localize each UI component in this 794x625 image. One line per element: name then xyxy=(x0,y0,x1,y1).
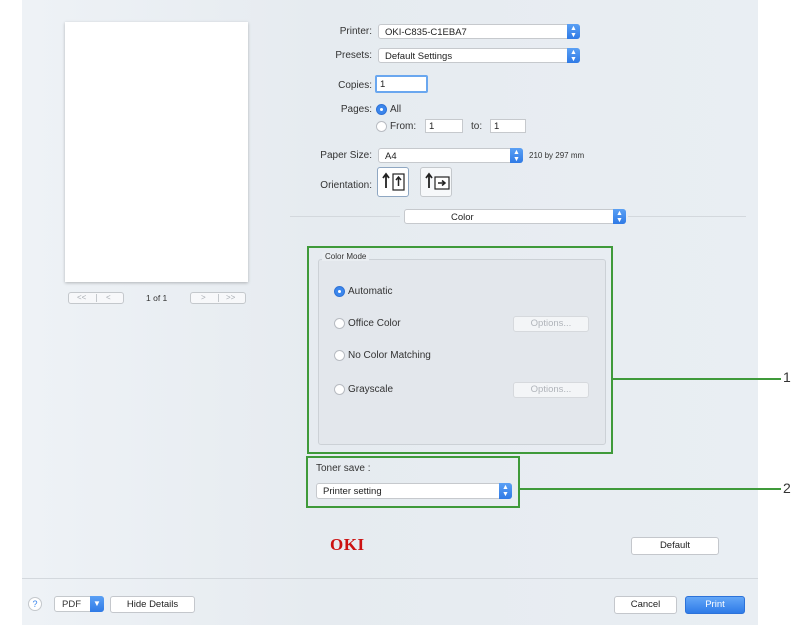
callout-2: 2 xyxy=(783,480,791,496)
presets-value: Default Settings xyxy=(385,51,453,62)
landscape-orientation-button[interactable] xyxy=(420,167,452,197)
default-button-label: Default xyxy=(659,540,691,551)
callout-1: 1 xyxy=(783,369,791,385)
printer-select[interactable]: OKI-C835-C1EBA7 ▲ ▼ xyxy=(378,24,580,39)
hide-details-button[interactable]: Hide Details xyxy=(110,596,195,613)
section-divider-right xyxy=(628,216,746,217)
print-label: Print xyxy=(705,599,725,610)
pages-to-value: 1 xyxy=(494,121,500,132)
chevron-updown-icon: ▲ ▼ xyxy=(510,148,523,163)
orientation-label: Orientation: xyxy=(320,180,372,191)
paper-size-value: A4 xyxy=(385,151,397,162)
pages-from-value: 1 xyxy=(429,121,435,132)
default-button[interactable]: Default xyxy=(631,537,719,555)
preview-nav-forward-group: > >> xyxy=(190,292,246,304)
pdf-menu-button[interactable]: PDF ▼ xyxy=(54,596,104,612)
pages-label: Pages: xyxy=(340,104,372,115)
print-button[interactable]: Print xyxy=(685,596,745,614)
section-divider-left xyxy=(290,216,400,217)
pages-all-label: All xyxy=(390,104,402,115)
help-icon: ? xyxy=(32,599,38,609)
copies-input[interactable]: 1 xyxy=(375,75,428,93)
printer-label: Printer: xyxy=(339,26,372,37)
portrait-icon xyxy=(382,172,405,191)
presets-select[interactable]: Default Settings ▲ ▼ xyxy=(378,48,580,63)
section-select[interactable]: Color ▲ ▼ xyxy=(404,209,626,224)
pages-to-label: to: xyxy=(471,121,483,132)
paper-dimensions: 210 by 297 mm xyxy=(529,151,585,160)
copies-label: Copies: xyxy=(338,80,372,91)
first-page-button[interactable]: << xyxy=(77,293,86,302)
help-button[interactable]: ? xyxy=(28,597,42,611)
pages-from-label: From: xyxy=(390,121,417,132)
pdf-label: PDF xyxy=(62,599,81,610)
paper-size-label: Paper Size: xyxy=(320,150,372,161)
pages-to-input[interactable]: 1 xyxy=(490,119,526,133)
toner-save-highlight xyxy=(306,456,520,508)
callout-1-leader xyxy=(613,378,781,380)
chevron-down-icon: ▼ xyxy=(90,596,104,612)
pages-from-input[interactable]: 1 xyxy=(425,119,463,133)
chevron-updown-icon: ▲ ▼ xyxy=(567,24,580,39)
cancel-label: Cancel xyxy=(630,599,661,610)
preview-nav-back-group: << < xyxy=(68,292,124,304)
cancel-button[interactable]: Cancel xyxy=(614,596,677,614)
footer-divider xyxy=(22,578,758,579)
hide-details-label: Hide Details xyxy=(126,599,179,610)
last-page-button[interactable]: >> xyxy=(226,293,235,302)
chevron-updown-icon: ▲ ▼ xyxy=(567,48,580,63)
portrait-orientation-button[interactable] xyxy=(377,167,409,197)
color-mode-highlight xyxy=(307,246,613,454)
oki-logo: OKI xyxy=(330,535,365,554)
printer-value: OKI-C835-C1EBA7 xyxy=(385,27,467,38)
paper-size-select[interactable]: A4 ▲ ▼ xyxy=(378,148,523,163)
pages-from-radio[interactable] xyxy=(376,121,387,132)
landscape-icon xyxy=(425,172,450,190)
previous-page-button[interactable]: < xyxy=(106,293,111,302)
next-page-button[interactable]: > xyxy=(201,293,206,302)
page-indicator: 1 of 1 xyxy=(146,293,168,303)
callout-2-leader xyxy=(520,488,781,490)
section-value: Color xyxy=(451,212,474,223)
presets-label: Presets: xyxy=(335,50,372,61)
chevron-updown-icon: ▲ ▼ xyxy=(613,209,626,224)
page-preview xyxy=(65,22,248,282)
pages-all-radio[interactable] xyxy=(376,104,387,115)
copies-value: 1 xyxy=(380,79,386,90)
